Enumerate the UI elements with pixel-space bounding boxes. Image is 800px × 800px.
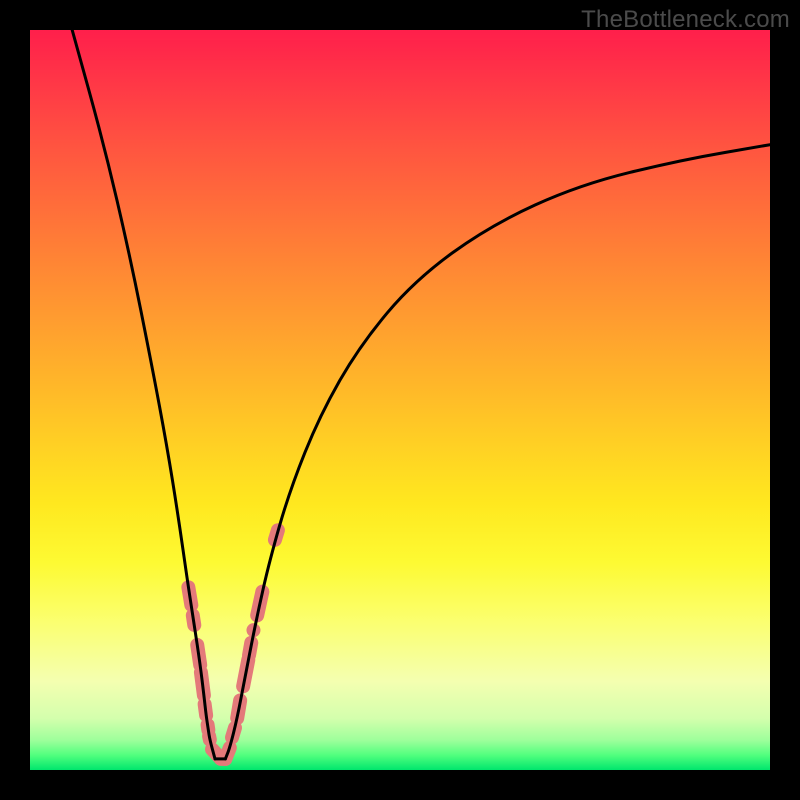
right-curve (225, 145, 770, 759)
watermark-label: TheBottleneck.com (581, 6, 790, 34)
chart-frame: TheBottleneck.com (0, 0, 800, 800)
curve-layer (30, 30, 770, 770)
highlight-markers (188, 530, 278, 759)
plot-area (30, 30, 770, 770)
